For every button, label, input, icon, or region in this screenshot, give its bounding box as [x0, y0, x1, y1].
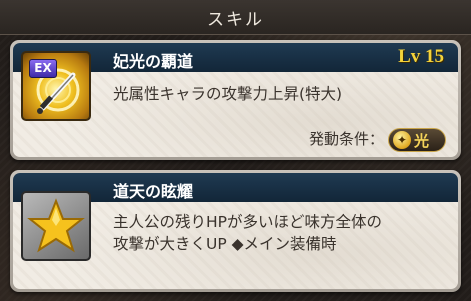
ex-badge: EX: [29, 59, 57, 78]
skill-description: 主人公の残りHPが多いほど味方全体の 攻撃が大きくUP ◆メイン装備時: [113, 211, 382, 255]
condition-badge: ✦ 光: [388, 128, 446, 152]
skill-description-line: 主人公の残りHPが多いほど味方全体の: [113, 213, 383, 231]
skill-description-line: 攻撃が大きくUP ◆メイン装備時: [113, 235, 337, 253]
sword-emblem-icon: EX: [21, 51, 91, 121]
header-bar: スキル: [0, 0, 471, 35]
skill-card-2[interactable]: 道天の眩耀 主人公の残りHPが多いほど味方全体の 攻撃が大きくUP ◆メイン装備…: [10, 170, 461, 292]
skill-description-line: 光属性キャラの攻撃力上昇(特大): [113, 85, 343, 103]
star-icon: [21, 191, 91, 261]
condition-label: 発動条件：: [308, 130, 384, 148]
page-title: スキル: [207, 10, 264, 30]
light-element-icon: ✦: [393, 131, 411, 149]
skill-level: Lv 15: [398, 46, 444, 67]
condition-value: 光: [414, 132, 430, 150]
skill-name: 妃光の覇道: [113, 52, 194, 71]
skill-description: 光属性キャラの攻撃力上昇(特大): [113, 83, 342, 105]
skill-card-1[interactable]: 妃光の覇道 Lv 15 EX 光属性キャラの攻撃力上昇(特大) 発動条件： ✦ …: [10, 40, 461, 160]
skill-name: 道天の眩耀: [113, 182, 194, 201]
skill-card-body: 道天の眩耀 主人公の残りHPが多いほど味方全体の 攻撃が大きくUP ◆メイン装備…: [13, 173, 458, 289]
star-graphic: [27, 198, 85, 253]
skill-card-body: 妃光の覇道 Lv 15 EX 光属性キャラの攻撃力上昇(特大) 発動条件： ✦ …: [13, 43, 458, 157]
